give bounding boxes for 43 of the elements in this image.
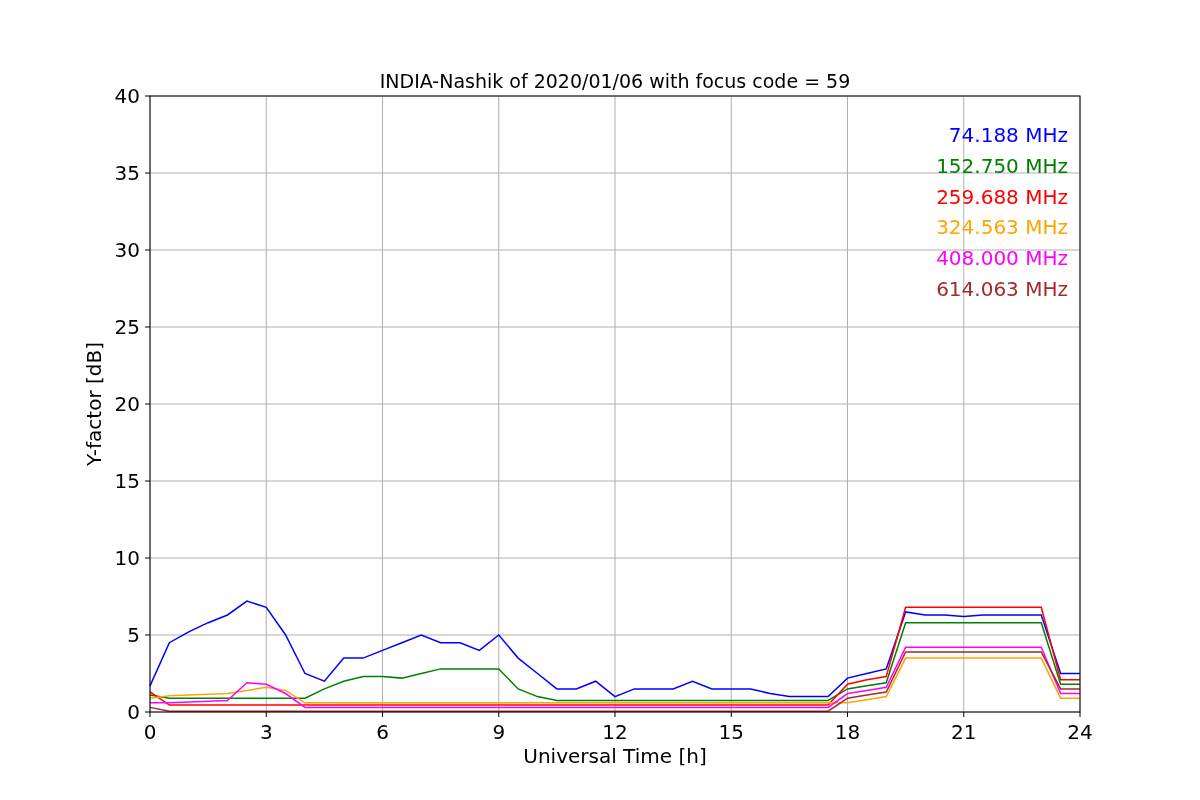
tick-mark (382, 711, 383, 718)
x-tick-label: 15 (718, 720, 744, 744)
y-tick-label: 5 (127, 623, 140, 647)
tick-mark (144, 634, 151, 636)
tick-mark (144, 249, 151, 251)
x-tick-label: 18 (834, 720, 861, 744)
tick-mark (1079, 711, 1081, 718)
y-axis-label: Y-factor [dB] (82, 342, 106, 466)
x-tick-label: 12 (602, 720, 628, 744)
tick-mark (144, 95, 151, 97)
tick-mark (498, 711, 500, 718)
legend-label: 614.063 MHz (936, 277, 1068, 301)
x-tick-label: 24 (1067, 720, 1093, 744)
tick-mark (144, 480, 151, 482)
y-tick-label: 30 (114, 238, 140, 262)
x-tick-label: 0 (143, 720, 157, 744)
tick-mark (144, 557, 151, 559)
tick-mark (144, 172, 151, 174)
tick-mark (614, 711, 616, 718)
y-tick-label: 0 (127, 700, 140, 724)
tick-mark (265, 711, 267, 718)
tick-mark (144, 403, 151, 405)
y-tick-label: 15 (114, 469, 140, 493)
tick-mark (144, 326, 151, 328)
legend-label: 259.688 MHz (936, 184, 1068, 209)
x-tick-label: 3 (259, 720, 273, 744)
x-tick-label: 21 (951, 720, 977, 744)
tick-mark (730, 711, 732, 718)
legend-label: 408.000 MHz (936, 246, 1068, 271)
tick-mark (963, 711, 965, 718)
y-tick-label: 20 (114, 392, 140, 416)
y-tick-label: 10 (114, 546, 140, 570)
legend-label: 152.750 MHz (936, 153, 1068, 178)
y-tick-label: 35 (114, 161, 140, 185)
x-tick-label: 6 (376, 720, 389, 744)
legend-label: 324.563 MHz (936, 215, 1068, 240)
tick-mark (847, 711, 848, 718)
x-tick-label: 9 (492, 720, 506, 744)
legend-label: 74.188 MHz (948, 123, 1068, 147)
y-tick-label: 25 (114, 315, 140, 339)
y-tick-label: 40 (114, 84, 140, 108)
x-axis-label: Universal Time [h] (523, 744, 707, 768)
chart-title: INDIA-Nashik of 2020/01/06 with focus code = 59 (379, 70, 851, 92)
